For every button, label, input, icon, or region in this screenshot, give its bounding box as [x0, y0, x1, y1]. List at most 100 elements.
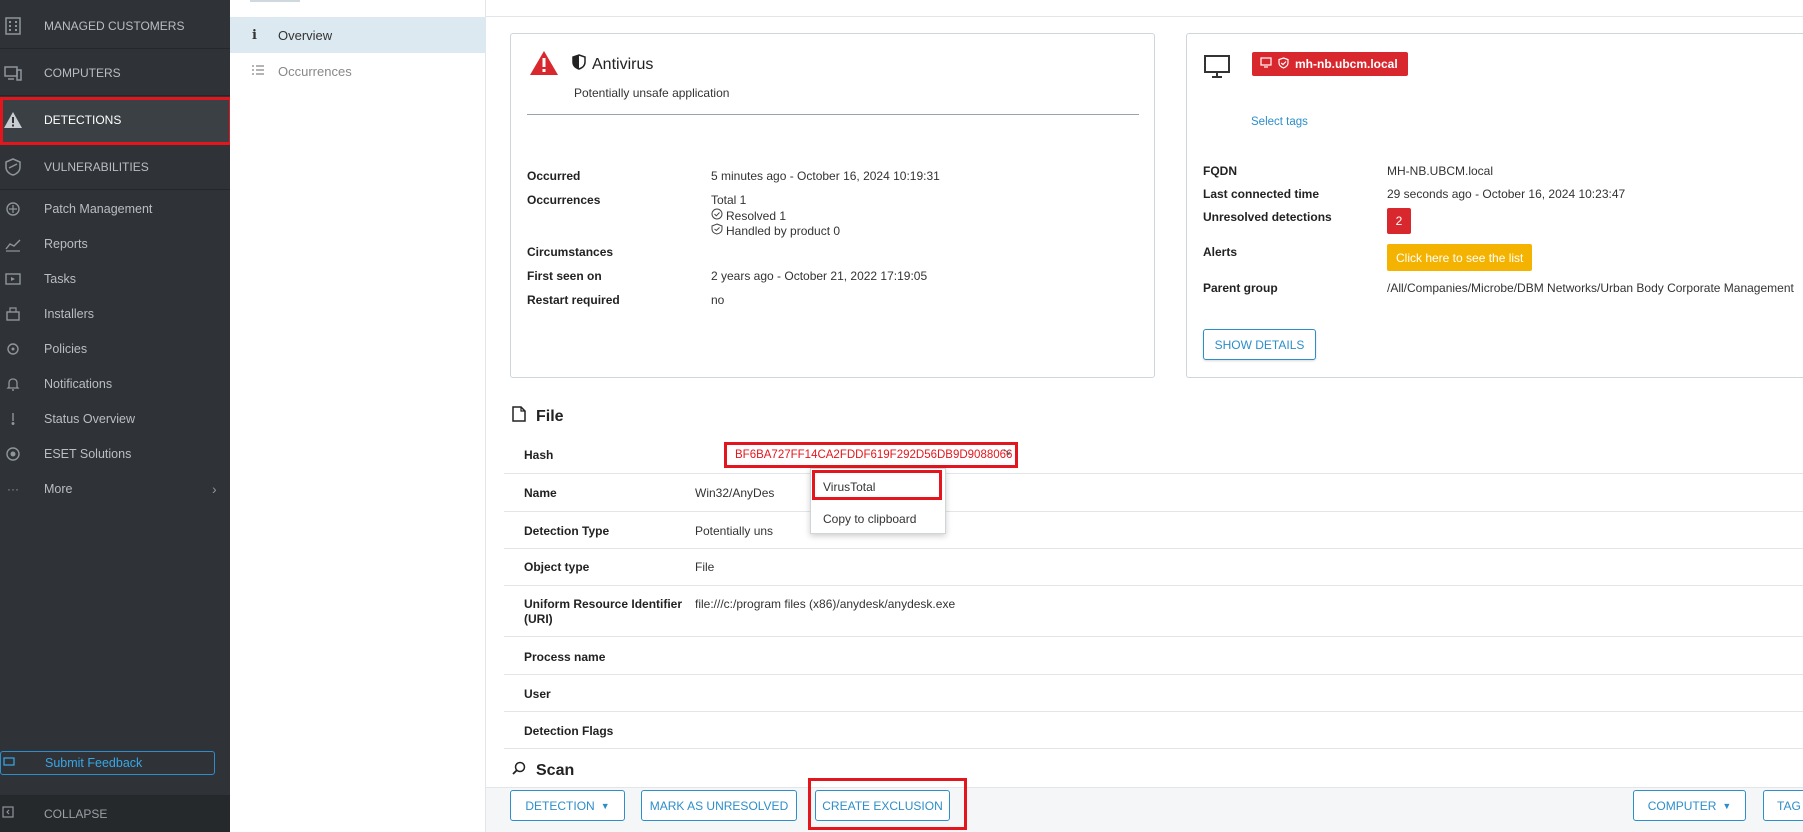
submit-feedback-button[interactable]: Submit Feedback	[0, 751, 215, 775]
sidebar-item-installers[interactable]: Installers	[0, 297, 230, 331]
detection-menu-button[interactable]: DETECTION ▼	[510, 790, 625, 821]
computer-card: mh-nb.ubcm.local Select tags FQDN MH-NB.…	[1186, 33, 1803, 378]
mark-unresolved-button[interactable]: MARK AS UNRESOLVED	[641, 790, 797, 821]
sidebar-item-label: DETECTIONS	[44, 113, 122, 127]
parent-group-value: /All/Companies/Microbe/DBM Networks/Urba…	[1387, 281, 1794, 295]
chat-icon	[3, 756, 15, 771]
divider	[0, 95, 230, 96]
sidebar-item-more[interactable]: ··· More ›	[0, 472, 230, 506]
sidebar-item-label: ESET Solutions	[44, 447, 132, 461]
sidebar-item-label: COMPUTERS	[44, 66, 121, 80]
divider	[527, 114, 1139, 115]
occurrences-resolved: Resolved 1	[711, 208, 786, 223]
select-tags-link[interactable]: Select tags	[1251, 116, 1308, 128]
detection-button-label: DETECTION	[525, 798, 595, 813]
monitor-icon	[1203, 54, 1231, 83]
scan-title-text: Scan	[536, 761, 575, 779]
handled-shield-icon	[711, 223, 723, 238]
uri-label-suffix: (URI)	[524, 612, 553, 626]
hash-value: BF6BA727FF14CA2FDDF619F292D56DB9D9088066	[735, 449, 1013, 461]
sidebar-item-managed-customers[interactable]: MANAGED CUSTOMERS	[0, 4, 230, 48]
parent-group-label: Parent group	[1203, 281, 1278, 295]
sidebar-item-patch-management[interactable]: Patch Management	[0, 192, 230, 226]
detail-subnav: i Overview Occurrences	[230, 0, 486, 832]
hash-value-dropdown[interactable]: BF6BA727FF14CA2FDDF619F292D56DB9D9088066…	[724, 442, 1018, 468]
sidebar-item-status-overview[interactable]: Status Overview	[0, 402, 230, 436]
shield-icon	[572, 54, 586, 75]
sidebar-item-label: More	[44, 482, 73, 496]
sidebar-item-computers[interactable]: COMPUTERS	[0, 51, 230, 95]
hostname-badge[interactable]: mh-nb.ubcm.local	[1252, 52, 1408, 76]
chevron-down-icon: ▼	[1722, 800, 1732, 811]
object-type-value: File	[695, 560, 715, 574]
detection-type-value: Potentially uns	[695, 524, 774, 538]
create-exclusion-label: CREATE EXCLUSION	[822, 798, 943, 813]
patch-icon	[2, 198, 24, 220]
sidebar-item-detections[interactable]: DETECTIONS	[0, 98, 230, 142]
name-value: Win32/AnyDes	[695, 486, 775, 500]
collapse-button[interactable]: COLLAPSE	[0, 795, 230, 832]
reports-icon	[2, 233, 24, 255]
tab-occurrences[interactable]: Occurrences	[230, 53, 486, 89]
sidebar: MANAGED CUSTOMERS COMPUTERS DETECTIONS V…	[0, 0, 230, 832]
sidebar-item-tasks[interactable]: Tasks	[0, 262, 230, 296]
file-icon	[512, 406, 526, 427]
tasks-icon	[2, 268, 24, 290]
detection-type-label: Detection Type	[524, 524, 610, 538]
divider	[0, 48, 230, 49]
sidebar-item-label: Reports	[44, 237, 88, 251]
tab-overview[interactable]: i Overview	[230, 17, 486, 53]
uri-label: Uniform Resource Identifier	[524, 597, 683, 611]
sidebar-item-label: VULNERABILITIES	[44, 160, 149, 174]
occurrences-total: Total 1	[711, 193, 747, 207]
occurred-value: 5 minutes ago - October 16, 2024 10:19:3…	[711, 169, 940, 183]
chevron-right-icon: ›	[212, 481, 217, 497]
warning-icon	[529, 50, 559, 79]
detection-card: Antivirus Potentially unsafe application…	[510, 33, 1155, 378]
sidebar-item-reports[interactable]: Reports	[0, 227, 230, 261]
collapse-icon	[2, 806, 14, 821]
sidebar-item-eset-solutions[interactable]: ESET Solutions	[0, 437, 230, 471]
show-details-button[interactable]: SHOW DETAILS	[1203, 329, 1316, 360]
alerts-list-button[interactable]: Click here to see the list	[1387, 244, 1533, 271]
chevron-down-icon: ▼	[600, 800, 610, 811]
search-icon	[512, 761, 526, 780]
detection-subtitle: Potentially unsafe application	[574, 86, 730, 100]
list-icon	[252, 64, 264, 79]
restart-value: no	[711, 293, 725, 307]
name-label: Name	[524, 486, 557, 500]
restart-label: Restart required	[527, 293, 620, 307]
unresolved-count-badge[interactable]: 2	[1387, 208, 1411, 234]
occurred-label: Occurred	[527, 169, 581, 183]
detection-category: Antivirus	[592, 55, 654, 73]
subnav-top-tab	[250, 0, 300, 2]
sidebar-item-label: Policies	[44, 342, 88, 356]
sidebar-item-vulnerabilities[interactable]: VULNERABILITIES	[0, 145, 230, 189]
circumstances-label: Circumstances	[527, 245, 614, 259]
more-icon: ···	[7, 482, 19, 496]
scan-section-title: Scan	[512, 761, 574, 780]
monitor-small-icon	[1260, 57, 1272, 71]
sidebar-item-label: Patch Management	[44, 202, 153, 216]
collapse-label: COLLAPSE	[44, 806, 108, 821]
sidebar-item-label: Notifications	[44, 377, 113, 391]
detection-flags-label: Detection Flags	[524, 724, 614, 738]
shield-icon	[2, 156, 24, 178]
fqdn-label: FQDN	[1203, 164, 1237, 178]
menu-item-copy-clipboard[interactable]: Copy to clipboard	[823, 512, 916, 526]
building-icon	[2, 15, 24, 37]
installers-icon	[2, 303, 24, 325]
shield-check-icon	[1278, 56, 1289, 72]
tag-button[interactable]: TAG	[1763, 790, 1803, 821]
table-row: Detection Type Potentially uns	[504, 512, 1803, 549]
menu-item-virustotal[interactable]: VirusTotal	[823, 480, 875, 494]
sidebar-item-label: Installers	[44, 307, 95, 321]
status-icon	[2, 408, 24, 430]
computer-menu-button[interactable]: COMPUTER ▼	[1633, 790, 1746, 821]
sidebar-item-policies[interactable]: Policies	[0, 332, 230, 366]
sidebar-item-label: Status Overview	[44, 412, 136, 426]
create-exclusion-button[interactable]: CREATE EXCLUSION	[815, 790, 950, 821]
sidebar-item-notifications[interactable]: Notifications	[0, 367, 230, 401]
hostname-text: mh-nb.ubcm.local	[1295, 57, 1398, 71]
policies-icon	[2, 338, 24, 360]
